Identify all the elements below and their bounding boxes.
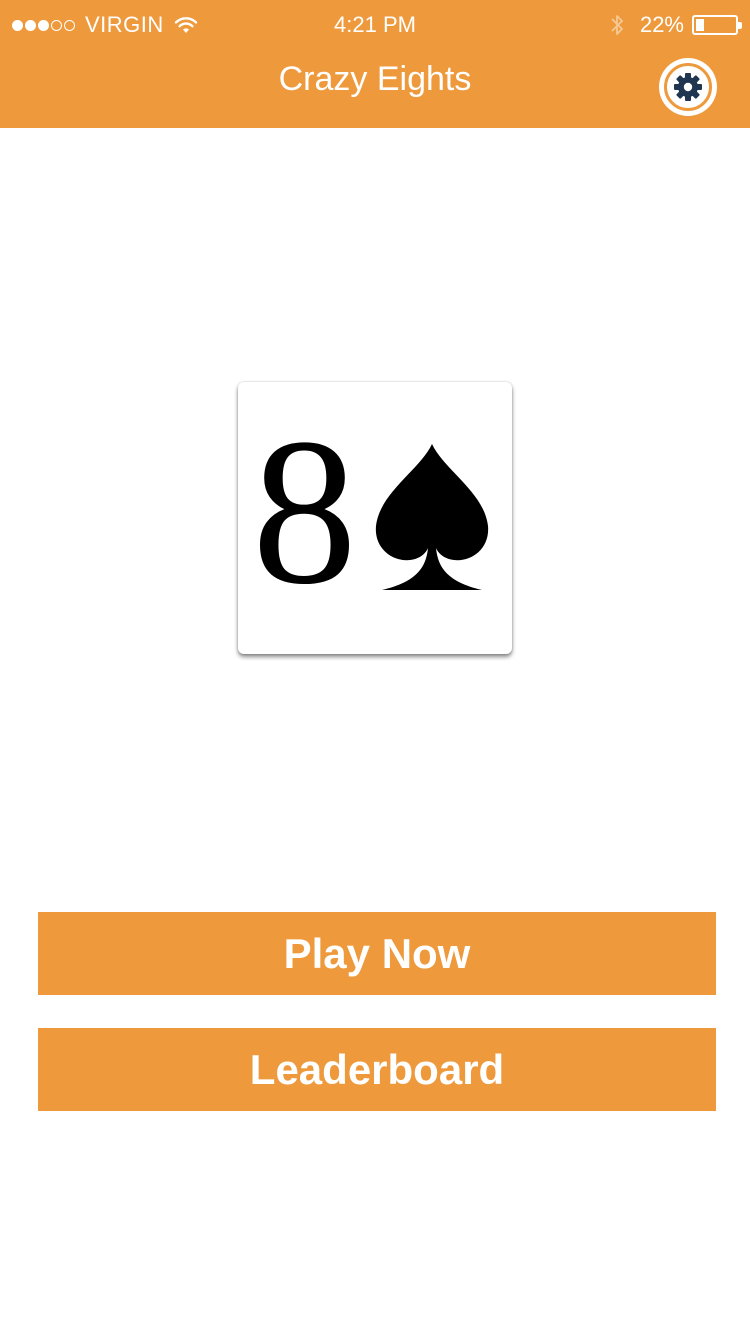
page-title: Crazy Eights <box>278 60 472 98</box>
play-now-button[interactable]: Play Now <box>38 912 716 995</box>
battery-level <box>696 19 704 31</box>
leaderboard-button[interactable]: Leaderboard <box>38 1028 716 1111</box>
spade-icon <box>375 444 489 590</box>
nav-header: VIRGIN 4:21 PM 22% Crazy Eights <box>0 0 750 128</box>
battery-tip <box>738 22 742 29</box>
card-rank: 8 <box>252 396 357 628</box>
status-bar: VIRGIN 4:21 PM 22% <box>0 0 750 50</box>
battery-percent: 22% <box>639 12 684 37</box>
status-right: 22% <box>610 12 742 38</box>
bluetooth-icon <box>611 15 623 35</box>
settings-button[interactable] <box>659 58 717 116</box>
gear-icon <box>674 73 702 101</box>
crazy-eights-logo-card: 8 <box>238 382 512 654</box>
battery-icon <box>692 15 742 35</box>
settings-ring <box>664 63 712 111</box>
